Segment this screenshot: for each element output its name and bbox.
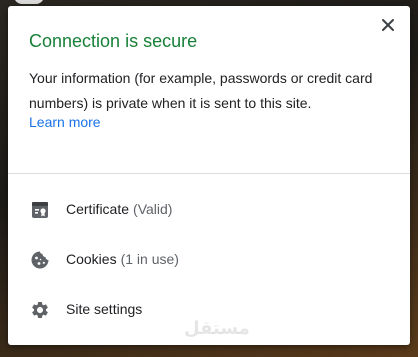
- watermark-logo: مستقل: [184, 318, 250, 339]
- certificate-icon: [30, 200, 50, 220]
- certificate-item[interactable]: Certificate (Valid): [8, 186, 410, 234]
- certificate-status: (Valid): [133, 201, 173, 217]
- divider: [8, 173, 410, 174]
- site-info-popup: Connection is secure Your information (f…: [8, 6, 410, 345]
- site-settings-label: Site settings: [66, 301, 143, 317]
- cookies-item[interactable]: Cookies (1 in use): [8, 236, 410, 284]
- connection-description: Your information (for example, passwords…: [29, 70, 373, 111]
- cookie-icon: [30, 250, 50, 270]
- background-tab: [14, 0, 44, 4]
- certificate-label: Certificate (Valid): [66, 201, 173, 217]
- cookies-count: (1 in use): [120, 251, 179, 267]
- learn-more-link[interactable]: Learn more: [29, 114, 101, 130]
- connection-status-title: Connection is secure: [29, 31, 198, 51]
- cookies-label: Cookies (1 in use): [66, 251, 179, 267]
- close-icon[interactable]: [380, 17, 396, 33]
- gear-icon: [30, 300, 50, 320]
